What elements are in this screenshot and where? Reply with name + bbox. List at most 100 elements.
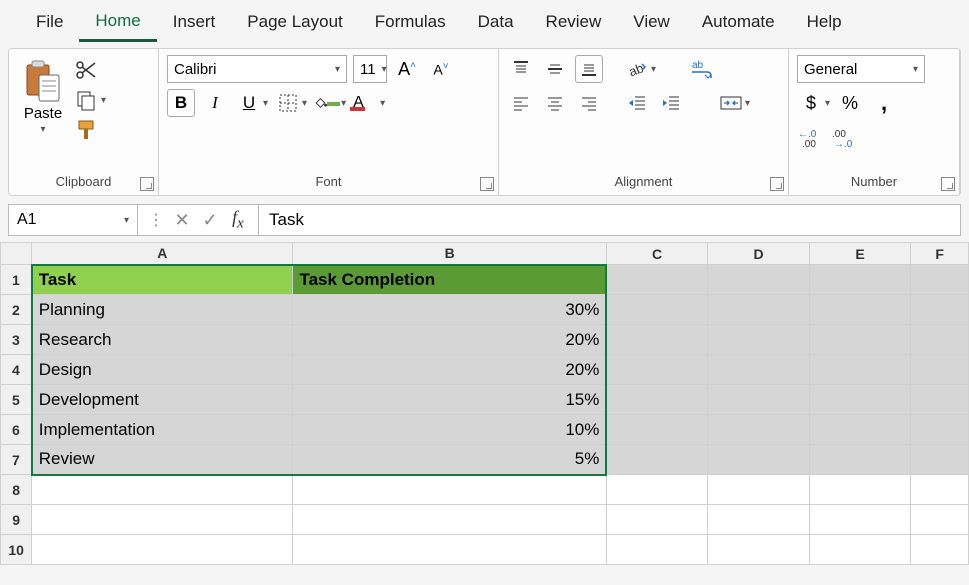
row-header-10[interactable]: 10 [1,535,32,565]
menu-formulas[interactable]: Formulas [359,4,462,40]
cell-D4[interactable] [708,355,809,385]
cell-A4[interactable]: Design [32,355,293,385]
cell-B3[interactable]: 20% [293,325,606,355]
row-header-1[interactable]: 1 [1,265,32,295]
menu-automate[interactable]: Automate [686,4,791,40]
font-size-dropdown[interactable]: 11▾ [353,55,387,83]
cell-E6[interactable] [809,415,910,445]
menu-view[interactable]: View [617,4,686,40]
cell-C1[interactable] [606,265,707,295]
cell-E3[interactable] [809,325,910,355]
cell-E10[interactable] [809,535,910,565]
cell-A3[interactable]: Research [32,325,293,355]
number-format-dropdown[interactable]: General▾ [797,55,925,83]
spreadsheet-grid[interactable]: ABCDEF1TaskTask Completion2Planning30%3R… [0,242,969,565]
cell-D1[interactable] [708,265,809,295]
cell-E2[interactable] [809,295,910,325]
col-header-D[interactable]: D [708,243,809,265]
row-header-5[interactable]: 5 [1,385,32,415]
chevron-down-icon[interactable]: ▾ [341,98,346,109]
cell-A10[interactable] [32,535,293,565]
paste-button[interactable]: Paste ▾ [17,55,69,139]
font-color-button[interactable]: A [352,89,380,117]
cell-F8[interactable] [911,475,969,505]
col-header-A[interactable]: A [32,243,293,265]
underline-button[interactable]: U [235,89,263,117]
alignment-dialog-launcher[interactable] [770,177,784,191]
cell-D3[interactable] [708,325,809,355]
cell-B4[interactable]: 20% [293,355,606,385]
cell-B10[interactable] [293,535,606,565]
borders-button[interactable] [274,89,302,117]
cell-F9[interactable] [911,505,969,535]
cell-C2[interactable] [606,295,707,325]
cell-A7[interactable]: Review [32,445,293,475]
cell-C3[interactable] [606,325,707,355]
currency-button[interactable]: $ [797,89,825,117]
cell-D5[interactable] [708,385,809,415]
col-header-B[interactable]: B [293,243,606,265]
cell-D2[interactable] [708,295,809,325]
cell-D7[interactable] [708,445,809,475]
select-all-corner[interactable] [1,243,32,265]
cancel-formula-button[interactable]: ✕ [168,206,196,234]
chevron-down-icon[interactable]: ▾ [825,98,830,109]
col-header-F[interactable]: F [911,243,969,265]
cell-A9[interactable] [32,505,293,535]
chevron-down-icon[interactable]: ▾ [380,98,385,109]
cell-E4[interactable] [809,355,910,385]
cell-C7[interactable] [606,445,707,475]
cell-B9[interactable] [293,505,606,535]
increase-indent-button[interactable] [657,89,685,117]
font-name-dropdown[interactable]: Calibri▾ [167,55,347,83]
orientation-button[interactable]: ab [623,55,651,83]
cell-C8[interactable] [606,475,707,505]
align-bottom-button[interactable] [575,55,603,83]
copy-button[interactable]: ▾ [75,89,106,111]
menu-insert[interactable]: Insert [157,4,232,40]
bold-button[interactable]: B [167,89,195,117]
percent-button[interactable]: % [836,89,864,117]
row-header-9[interactable]: 9 [1,505,32,535]
cell-A1[interactable]: Task [32,265,293,295]
cell-C9[interactable] [606,505,707,535]
chevron-down-icon[interactable]: ▾ [302,98,307,109]
cell-E8[interactable] [809,475,910,505]
menu-review[interactable]: Review [530,4,618,40]
cell-F4[interactable] [911,355,969,385]
row-header-6[interactable]: 6 [1,415,32,445]
cell-B8[interactable] [293,475,606,505]
menu-data[interactable]: Data [462,4,530,40]
number-dialog-launcher[interactable] [941,177,955,191]
cell-D10[interactable] [708,535,809,565]
cell-A6[interactable]: Implementation [32,415,293,445]
align-middle-button[interactable] [541,55,569,83]
formula-input[interactable]: Task [258,204,961,236]
enter-formula-button[interactable]: ✓ [196,206,224,234]
merge-center-button[interactable] [717,89,745,117]
name-box[interactable]: A1▾ [8,204,138,236]
cell-C10[interactable] [606,535,707,565]
increase-font-button[interactable]: A˄ [393,55,421,83]
cell-F1[interactable] [911,265,969,295]
cell-B7[interactable]: 5% [293,445,606,475]
cell-E5[interactable] [809,385,910,415]
comma-button[interactable]: , [870,89,898,117]
decrease-font-button[interactable]: A˅ [427,55,455,83]
cell-A5[interactable]: Development [32,385,293,415]
format-painter-button[interactable] [75,119,106,143]
chevron-down-icon[interactable]: ▾ [745,98,750,109]
cell-F6[interactable] [911,415,969,445]
cell-F5[interactable] [911,385,969,415]
cell-B2[interactable]: 30% [293,295,606,325]
menu-help[interactable]: Help [791,4,858,40]
menu-home[interactable]: Home [79,3,156,42]
row-header-2[interactable]: 2 [1,295,32,325]
decrease-indent-button[interactable] [623,89,651,117]
cell-F10[interactable] [911,535,969,565]
insert-function-button[interactable]: fx [224,206,252,234]
row-header-4[interactable]: 4 [1,355,32,385]
cell-D6[interactable] [708,415,809,445]
cell-E1[interactable] [809,265,910,295]
cell-E9[interactable] [809,505,910,535]
